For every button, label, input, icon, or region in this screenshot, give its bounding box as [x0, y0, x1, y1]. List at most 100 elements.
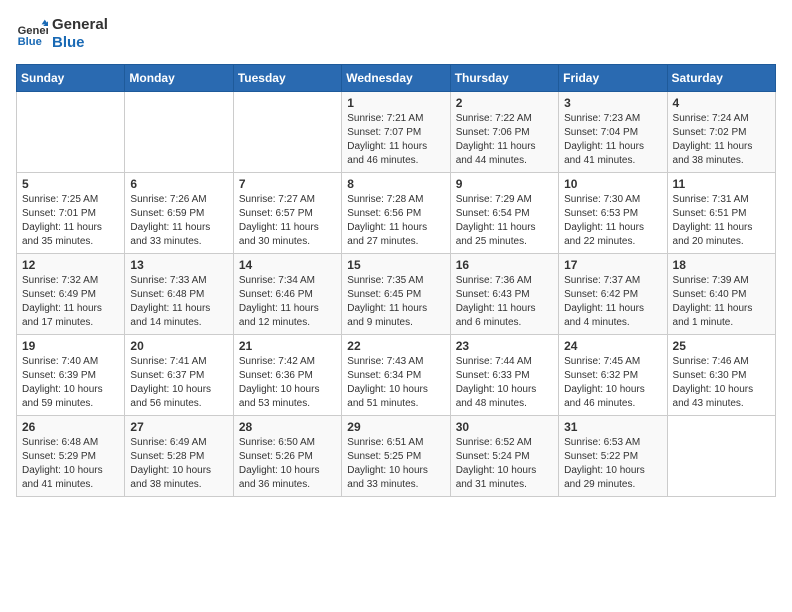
calendar-week-5: 26 Sunrise: 6:48 AM Sunset: 5:29 PM Dayli…	[17, 416, 776, 497]
day-number: 7	[239, 177, 336, 191]
day-info: Sunrise: 7:41 AM Sunset: 6:37 PM Dayligh…	[130, 355, 227, 411]
day-number: 18	[673, 258, 770, 272]
calendar-cell: 2 Sunrise: 7:22 AM Sunset: 7:06 PM Daylig…	[450, 92, 558, 173]
calendar-week-4: 19 Sunrise: 7:40 AM Sunset: 6:39 PM Dayli…	[17, 335, 776, 416]
day-number: 17	[564, 258, 661, 272]
calendar-cell: 22Sunrise: 7:43 AM Sunset: 6:34 PM Dayli…	[342, 335, 450, 416]
calendar-cell: 3 Sunrise: 7:23 AM Sunset: 7:04 PM Daylig…	[559, 92, 667, 173]
day-info: Sunrise: 7:22 AM Sunset: 7:06 PM Dayligh…	[456, 112, 553, 168]
calendar-cell: 21 Sunrise: 7:42 AM Sunset: 6:36 PM Dayli…	[233, 335, 341, 416]
calendar-cell: 18Sunrise: 7:39 AM Sunset: 6:40 PM Dayli…	[667, 254, 775, 335]
calendar-cell: 10 Sunrise: 7:30 AM Sunset: 6:53 PM Dayli…	[559, 173, 667, 254]
day-number: 6	[130, 177, 227, 191]
day-number: 13	[130, 258, 227, 272]
day-info: Sunrise: 6:49 AM Sunset: 5:28 PM Dayligh…	[130, 436, 227, 492]
day-number: 14	[239, 258, 336, 272]
day-number: 4	[673, 96, 770, 110]
day-info: Sunrise: 7:23 AM Sunset: 7:04 PM Dayligh…	[564, 112, 661, 168]
day-info: Sunrise: 7:33 AM Sunset: 6:48 PM Dayligh…	[130, 274, 227, 330]
calendar-cell: 6 Sunrise: 7:26 AM Sunset: 6:59 PM Daylig…	[125, 173, 233, 254]
calendar-cell: 7Sunrise: 7:27 AM Sunset: 6:57 PM Daylig…	[233, 173, 341, 254]
calendar-cell: 17Sunrise: 7:37 AM Sunset: 6:42 PM Dayli…	[559, 254, 667, 335]
calendar-cell: 19 Sunrise: 7:40 AM Sunset: 6:39 PM Dayli…	[17, 335, 125, 416]
logo-text-blue: Blue	[52, 34, 108, 52]
logo-icon: General Blue	[16, 18, 48, 50]
svg-text:Blue: Blue	[18, 36, 42, 48]
day-info: Sunrise: 7:40 AM Sunset: 6:39 PM Dayligh…	[22, 355, 119, 411]
calendar-cell: 25 Sunrise: 7:46 AM Sunset: 6:30 PM Dayli…	[667, 335, 775, 416]
day-info: Sunrise: 7:45 AM Sunset: 6:32 PM Dayligh…	[564, 355, 661, 411]
calendar-cell: 11 Sunrise: 7:31 AM Sunset: 6:51 PM Dayli…	[667, 173, 775, 254]
day-number: 19	[22, 339, 119, 353]
day-number: 11	[673, 177, 770, 191]
calendar-cell: 24 Sunrise: 7:45 AM Sunset: 6:32 PM Dayli…	[559, 335, 667, 416]
day-number: 31	[564, 420, 661, 434]
calendar-cell: 27 Sunrise: 6:49 AM Sunset: 5:28 PM Dayli…	[125, 416, 233, 497]
day-number: 21	[239, 339, 336, 353]
calendar-cell	[125, 92, 233, 173]
header-saturday: Saturday	[667, 65, 775, 92]
day-info: Sunrise: 7:26 AM Sunset: 6:59 PM Dayligh…	[130, 193, 227, 249]
calendar-cell: 8Sunrise: 7:28 AM Sunset: 6:56 PM Daylig…	[342, 173, 450, 254]
day-info: Sunrise: 7:24 AM Sunset: 7:02 PM Dayligh…	[673, 112, 770, 168]
calendar-cell: 15 Sunrise: 7:35 AM Sunset: 6:45 PM Dayli…	[342, 254, 450, 335]
day-info: Sunrise: 7:44 AM Sunset: 6:33 PM Dayligh…	[456, 355, 553, 411]
day-number: 1	[347, 96, 444, 110]
day-number: 3	[564, 96, 661, 110]
calendar-cell: 20Sunrise: 7:41 AM Sunset: 6:37 PM Dayli…	[125, 335, 233, 416]
day-info: Sunrise: 7:31 AM Sunset: 6:51 PM Dayligh…	[673, 193, 770, 249]
svg-text:General: General	[18, 25, 48, 37]
header-friday: Friday	[559, 65, 667, 92]
day-info: Sunrise: 7:34 AM Sunset: 6:46 PM Dayligh…	[239, 274, 336, 330]
day-number: 30	[456, 420, 553, 434]
day-info: Sunrise: 6:50 AM Sunset: 5:26 PM Dayligh…	[239, 436, 336, 492]
logo: General Blue General Blue	[16, 16, 108, 52]
calendar-cell: 30 Sunrise: 6:52 AM Sunset: 5:24 PM Dayli…	[450, 416, 558, 497]
header-sunday: Sunday	[17, 65, 125, 92]
calendar-cell: 5Sunrise: 7:25 AM Sunset: 7:01 PM Daylig…	[17, 173, 125, 254]
day-info: Sunrise: 6:48 AM Sunset: 5:29 PM Dayligh…	[22, 436, 119, 492]
day-info: Sunrise: 6:52 AM Sunset: 5:24 PM Dayligh…	[456, 436, 553, 492]
calendar-table: SundayMondayTuesdayWednesdayThursdayFrid…	[16, 64, 776, 497]
header-thursday: Thursday	[450, 65, 558, 92]
calendar-cell: 26 Sunrise: 6:48 AM Sunset: 5:29 PM Dayli…	[17, 416, 125, 497]
calendar-cell	[233, 92, 341, 173]
calendar-week-3: 12Sunrise: 7:32 AM Sunset: 6:49 PM Dayli…	[17, 254, 776, 335]
calendar-week-1: 1 Sunrise: 7:21 AM Sunset: 7:07 PM Daylig…	[17, 92, 776, 173]
day-number: 10	[564, 177, 661, 191]
calendar-cell: 9Sunrise: 7:29 AM Sunset: 6:54 PM Daylig…	[450, 173, 558, 254]
day-number: 24	[564, 339, 661, 353]
day-info: Sunrise: 6:51 AM Sunset: 5:25 PM Dayligh…	[347, 436, 444, 492]
calendar-cell: 23 Sunrise: 7:44 AM Sunset: 6:33 PM Dayli…	[450, 335, 558, 416]
calendar-cell: 16 Sunrise: 7:36 AM Sunset: 6:43 PM Dayli…	[450, 254, 558, 335]
day-info: Sunrise: 7:32 AM Sunset: 6:49 PM Dayligh…	[22, 274, 119, 330]
day-info: Sunrise: 7:35 AM Sunset: 6:45 PM Dayligh…	[347, 274, 444, 330]
day-number: 16	[456, 258, 553, 272]
day-number: 27	[130, 420, 227, 434]
calendar-cell: 12Sunrise: 7:32 AM Sunset: 6:49 PM Dayli…	[17, 254, 125, 335]
calendar-week-2: 5Sunrise: 7:25 AM Sunset: 7:01 PM Daylig…	[17, 173, 776, 254]
day-number: 28	[239, 420, 336, 434]
logo-text-general: General	[52, 16, 108, 34]
day-number: 22	[347, 339, 444, 353]
day-info: Sunrise: 7:28 AM Sunset: 6:56 PM Dayligh…	[347, 193, 444, 249]
day-info: Sunrise: 7:36 AM Sunset: 6:43 PM Dayligh…	[456, 274, 553, 330]
day-info: Sunrise: 7:21 AM Sunset: 7:07 PM Dayligh…	[347, 112, 444, 168]
day-number: 23	[456, 339, 553, 353]
day-info: Sunrise: 7:46 AM Sunset: 6:30 PM Dayligh…	[673, 355, 770, 411]
day-number: 25	[673, 339, 770, 353]
page-header: General Blue General Blue	[16, 16, 776, 52]
day-number: 26	[22, 420, 119, 434]
calendar-cell: 28 Sunrise: 6:50 AM Sunset: 5:26 PM Dayli…	[233, 416, 341, 497]
calendar-cell: 1 Sunrise: 7:21 AM Sunset: 7:07 PM Daylig…	[342, 92, 450, 173]
day-info: Sunrise: 7:42 AM Sunset: 6:36 PM Dayligh…	[239, 355, 336, 411]
day-info: Sunrise: 7:29 AM Sunset: 6:54 PM Dayligh…	[456, 193, 553, 249]
day-number: 15	[347, 258, 444, 272]
day-info: Sunrise: 7:30 AM Sunset: 6:53 PM Dayligh…	[564, 193, 661, 249]
day-info: Sunrise: 7:25 AM Sunset: 7:01 PM Dayligh…	[22, 193, 119, 249]
calendar-cell: 13 Sunrise: 7:33 AM Sunset: 6:48 PM Dayli…	[125, 254, 233, 335]
header-tuesday: Tuesday	[233, 65, 341, 92]
calendar-cell: 29Sunrise: 6:51 AM Sunset: 5:25 PM Dayli…	[342, 416, 450, 497]
day-number: 2	[456, 96, 553, 110]
calendar-header-row: SundayMondayTuesdayWednesdayThursdayFrid…	[17, 65, 776, 92]
